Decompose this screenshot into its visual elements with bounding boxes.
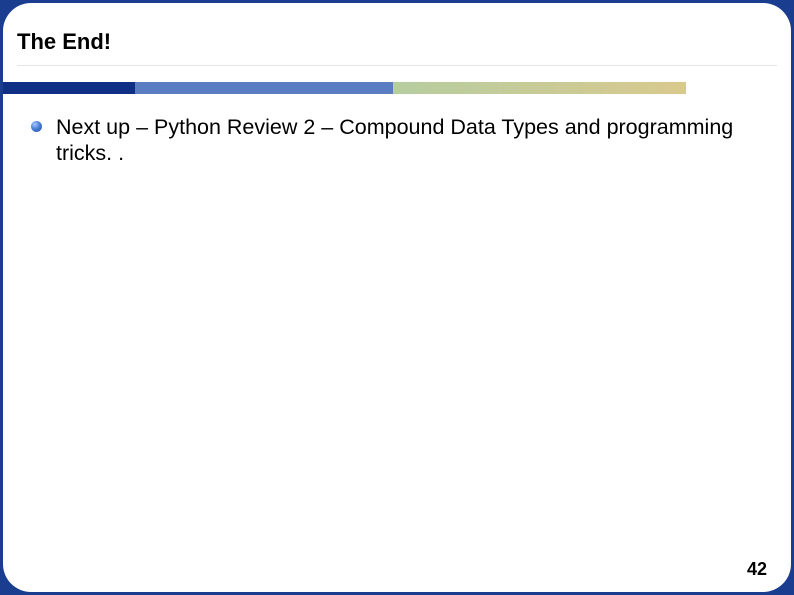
title-area: The End! (3, 3, 791, 55)
divider-segment-blue (135, 82, 393, 94)
content-area: Next up – Python Review 2 – Compound Dat… (3, 94, 791, 166)
page-number: 42 (747, 559, 767, 580)
slide-title: The End! (17, 29, 791, 55)
divider-segment-blank (686, 82, 791, 94)
bullet-icon (31, 121, 42, 132)
bullet-text: Next up – Python Review 2 – Compound Dat… (56, 114, 755, 166)
title-hairline (17, 65, 777, 66)
divider-segment-olive (393, 82, 686, 94)
divider-segment-dark (3, 82, 135, 94)
list-item: Next up – Python Review 2 – Compound Dat… (31, 114, 755, 166)
slide: The End! Next up – Python Review 2 – Com… (3, 3, 791, 592)
divider-bar (3, 82, 791, 94)
